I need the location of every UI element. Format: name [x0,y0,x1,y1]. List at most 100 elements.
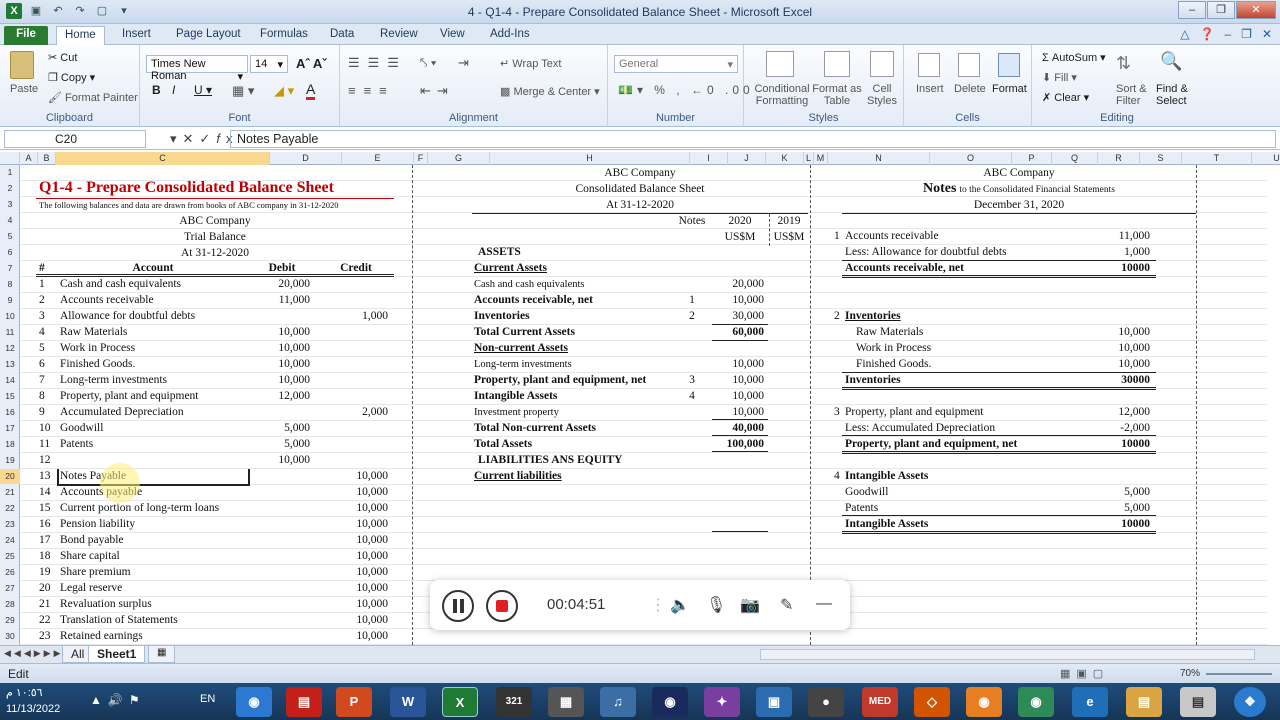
horizontal-scrollbar[interactable] [760,649,1255,660]
column-header-g[interactable]: G [428,152,490,165]
font-name-select[interactable]: Times New Roman ▾ [146,55,248,83]
zoom-level[interactable]: 70% [1180,668,1200,679]
zoom-slider[interactable] [1206,673,1272,675]
restore-button[interactable]: ❐ [1207,1,1235,19]
row-header-12[interactable]: 12 [0,343,20,353]
format-table-icon[interactable] [824,51,850,77]
row-header-29[interactable]: 29 [0,615,20,625]
sort-filter-icon[interactable]: ⇅ [1116,53,1131,74]
workbook-restore-icon[interactable]: ❐ [1241,27,1252,41]
row-header-16[interactable]: 16 [0,407,20,417]
underline-button[interactable]: U ▾ [194,83,212,97]
paste-icon[interactable] [10,51,34,79]
column-header-r[interactable]: R [1098,152,1140,165]
language-indicator[interactable]: EN [200,693,215,705]
file-explorer-icon[interactable]: ▤ [1126,687,1162,717]
row-header-27[interactable]: 27 [0,583,20,593]
stop-button[interactable] [486,590,518,622]
autosum-button[interactable]: Σ AutoSum ▾ [1042,51,1106,64]
row-header-14[interactable]: 14 [0,375,20,385]
tab-page-layout[interactable]: Page Layout [168,26,249,45]
fill-color-icon[interactable]: ◢ ▾ [274,83,294,99]
active-cell-c20[interactable] [57,469,250,486]
row-header-25[interactable]: 25 [0,551,20,561]
vertical-align-icons[interactable]: ☰☰☰ [348,55,407,71]
tab-formulas[interactable]: Formulas [252,26,316,45]
name-box[interactable]: C20 [4,130,146,148]
fill-button[interactable]: ⬇ Fill ▾ [1042,71,1077,84]
row-header-3[interactable]: 3 [0,199,20,209]
orientation-icon[interactable]: ⤣ ▾ [420,55,436,71]
column-header-p[interactable]: P [1012,152,1052,165]
minimize-button[interactable]: – [1178,1,1206,19]
worksheet-grid[interactable]: Q1-4 - Prepare Consolidated Balance Shee… [20,165,1268,645]
sort-filter-button[interactable]: Sort & Filter [1116,83,1156,107]
media-app-icon[interactable]: 321 [496,687,532,717]
column-header-h[interactable]: H [490,152,690,165]
column-header-e[interactable]: E [342,152,414,165]
delete-cells-icon[interactable] [958,53,980,77]
insert-sheet-icon[interactable]: ▦ [148,646,176,663]
horizontal-align-icons[interactable]: ≡≡≡ [348,83,395,98]
merge-center-button[interactable]: ▩ Merge & Center ▾ [500,85,600,98]
delete-cells-button[interactable]: Delete [954,83,986,95]
pen-icon[interactable]: ✎ [780,595,793,615]
word-icon[interactable]: W [390,687,426,717]
copy-button[interactable]: ❐ Copy ▾ [48,71,95,84]
zoom-app-icon[interactable]: ◉ [236,687,272,717]
indent-icon[interactable]: ⇥ [458,55,469,71]
row-header-11[interactable]: 11 [0,327,20,337]
italic-button[interactable]: I [172,83,175,97]
column-header-d[interactable]: D [270,152,342,165]
conditional-formatting-button[interactable]: Conditional Formatting [750,83,814,107]
help-icon[interactable]: ❓ [1200,27,1215,41]
close-button[interactable]: ✕ [1236,1,1276,19]
format-cells-button[interactable]: Format [992,83,1027,95]
row-header-28[interactable]: 28 [0,599,20,609]
row-header-30[interactable]: 30 [0,631,20,641]
view-buttons[interactable]: ▦▣▢ [1060,667,1109,680]
collapse-ribbon-icon[interactable]: △ [1180,27,1189,41]
clear-button[interactable]: ✗ Clear ▾ [1042,91,1089,104]
conditional-formatting-icon[interactable] [766,51,794,77]
row-header-4[interactable]: 4 [0,215,20,225]
workbook-minimize-icon[interactable]: – [1224,27,1231,41]
select-all-corner[interactable] [0,152,20,165]
tab-data[interactable]: Data [322,26,362,45]
chrome-icon[interactable]: ◉ [1018,687,1054,717]
column-header-c[interactable]: C [56,152,270,165]
tab-review[interactable]: Review [372,26,426,45]
cell-styles-icon[interactable] [870,51,894,77]
row-header-8[interactable]: 8 [0,279,20,289]
music-player-icon[interactable]: ♫ [600,687,636,717]
bold-button[interactable]: B [152,83,161,97]
row-header-9[interactable]: 9 [0,295,20,305]
format-painter-button[interactable]: 🖌 Format Painter [48,91,138,104]
row-header-24[interactable]: 24 [0,535,20,545]
column-header-i[interactable]: I [690,152,728,165]
grow-font-icon[interactable]: Aˆ Aˇ [296,56,327,71]
notepad-icon[interactable]: ▤ [1180,687,1216,717]
column-header-f[interactable]: F [414,152,428,165]
cell-styles-button[interactable]: Cell Styles [862,83,902,107]
speaker-muted-icon[interactable]: 🔈 [670,595,690,615]
find-select-button[interactable]: Find & Select [1156,83,1202,107]
column-header-a[interactable]: A [20,152,38,165]
number-format-select[interactable]: General ▾ [614,55,738,73]
webcam-off-icon[interactable]: 📷 [740,595,760,615]
indent-decrease-icon[interactable]: ⇤⇥ [420,83,454,99]
screen-app-icon[interactable]: ▣ [756,687,792,717]
microphone-muted-icon[interactable]: 🎙 [706,595,726,615]
row-header-17[interactable]: 17 [0,423,20,433]
pdf-reader-icon[interactable]: ▤ [286,687,322,717]
firefox-icon[interactable]: ◉ [966,687,1002,717]
excel-taskbar-icon[interactable]: X [442,687,478,717]
sheet-tab-sheet1[interactable]: Sheet1 [88,646,146,663]
font-size-select[interactable]: 14 ▾ [250,55,288,73]
formula-buttons[interactable]: ▾✕✓fx [170,131,238,147]
borders-icon[interactable]: ▦ ▾ [232,83,254,99]
column-header-l[interactable]: L [804,152,814,165]
column-header-q[interactable]: Q [1052,152,1098,165]
row-header-13[interactable]: 13 [0,359,20,369]
format-cells-icon[interactable] [998,53,1020,77]
